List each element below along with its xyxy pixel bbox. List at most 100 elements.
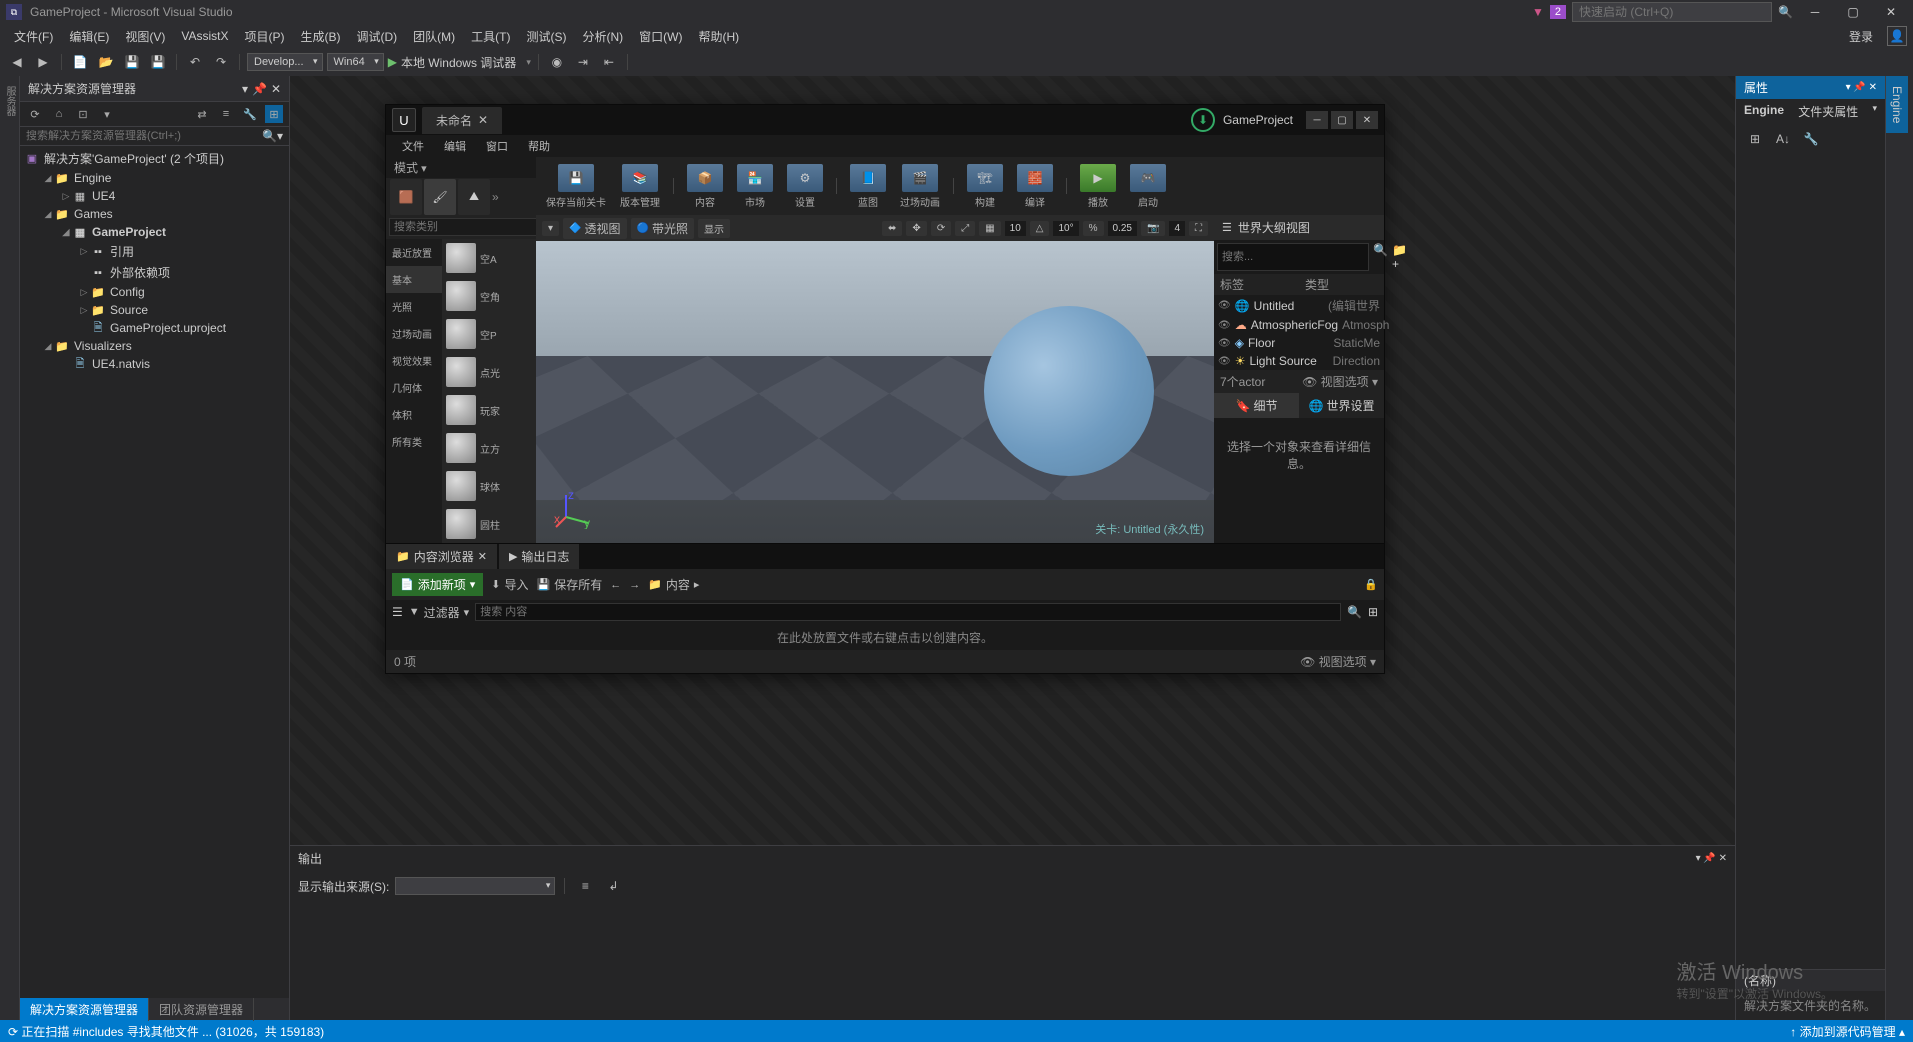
vp-persp-button[interactable]: 🔷 透视图: [563, 218, 626, 239]
unreal-editor-window[interactable]: U 未命名✕ ⬇ GameProject ─ ▢ ✕ 文件 编辑 窗口 帮助 模…: [385, 104, 1385, 674]
ue-tb-market[interactable]: 🏪市场: [733, 162, 777, 211]
search-go-icon[interactable]: 🔍▾: [262, 129, 283, 143]
tab-solution-explorer[interactable]: 解决方案资源管理器: [20, 998, 149, 1021]
menu-file[interactable]: 文件(F): [6, 24, 61, 49]
mode-place-icon[interactable]: 🟫: [390, 179, 422, 215]
source-control-icon[interactable]: ⬇: [1191, 108, 1215, 132]
output-source-combo[interactable]: [395, 877, 555, 895]
outliner-tree[interactable]: 👁🌐Untitled(编辑世界 👁☁AtmosphericFogAtmosph …: [1214, 295, 1384, 370]
world-outliner-tab[interactable]: ☰ 世界大纲视图: [1214, 215, 1384, 240]
search-icon[interactable]: 🔍: [1778, 5, 1793, 19]
redo-icon[interactable]: ↷: [210, 51, 232, 73]
filter-icon[interactable]: ▼: [1532, 5, 1544, 19]
undo-icon[interactable]: ↶: [184, 51, 206, 73]
wrench-icon[interactable]: 🔧: [1800, 128, 1822, 150]
menu-vassistx[interactable]: VAssistX: [173, 25, 236, 47]
vp-show-button[interactable]: 显示: [698, 219, 730, 238]
cat-all[interactable]: 所有类: [386, 428, 442, 455]
notification-flag[interactable]: 2: [1550, 5, 1566, 19]
cat-recent[interactable]: 最近放置: [386, 239, 442, 266]
col-type[interactable]: 类型: [1299, 274, 1384, 295]
menu-debug[interactable]: 调试(D): [348, 24, 405, 49]
search-icon[interactable]: 🔍: [1347, 605, 1362, 619]
ue-tb-save[interactable]: 💾保存当前关卡: [542, 162, 610, 211]
saveall-icon[interactable]: 💾: [147, 51, 169, 73]
ue-tb-compile[interactable]: 🧱编译: [1013, 162, 1057, 211]
ue-close-button[interactable]: ✕: [1356, 111, 1378, 129]
other2-icon[interactable]: ≡: [217, 105, 235, 123]
home-icon[interactable]: ⌂: [50, 105, 68, 123]
server-explorer-tab[interactable]: 服务器: [0, 80, 19, 122]
cb-view-options[interactable]: 👁 视图选项 ▾: [1300, 653, 1376, 670]
mode-paint-icon[interactable]: 🖌: [424, 179, 456, 215]
status-source-control[interactable]: ↑ 添加到源代码管理 ▴: [1790, 1023, 1905, 1040]
output-pin-icon[interactable]: ▾ 📌 ✕: [1696, 853, 1727, 864]
other1-icon[interactable]: ⇄: [193, 105, 211, 123]
panel-close-icon[interactable]: ✕: [271, 82, 281, 96]
maximize-button[interactable]: ▢: [1837, 2, 1869, 22]
ue-menu-help[interactable]: 帮助: [520, 135, 558, 157]
path-folder-icon[interactable]: 📁 内容 ▸: [648, 576, 699, 593]
ue-tb-play[interactable]: ▶播放: [1076, 162, 1120, 211]
sign-in-link[interactable]: 登录: [1841, 24, 1881, 49]
snap-scale-icon[interactable]: %: [1083, 221, 1104, 236]
cat-basic[interactable]: 基本: [386, 266, 442, 293]
tab-output-log[interactable]: ▶ 输出日志: [499, 544, 579, 569]
menu-window[interactable]: 窗口(W): [631, 24, 690, 49]
ue-tb-cinematics[interactable]: 🎬过场动画: [896, 162, 944, 211]
collapse-icon[interactable]: ▷: [60, 191, 72, 202]
menu-build[interactable]: 生成(B): [292, 24, 348, 49]
camera-speed-icon[interactable]: 📷: [1141, 221, 1165, 236]
add-folder-icon[interactable]: 📁+: [1392, 243, 1407, 271]
main-menu[interactable]: 文件(F) 编辑(E) 视图(V) VAssistX 项目(P) 生成(B) 调…: [0, 24, 1913, 48]
alpha-icon[interactable]: A↓: [1772, 128, 1794, 150]
new-icon[interactable]: 📄: [69, 51, 91, 73]
xform-rotate-icon[interactable]: ⟳: [931, 221, 951, 236]
ue-min-button[interactable]: ─: [1306, 111, 1328, 129]
cat-vol[interactable]: 体积: [386, 401, 442, 428]
solution-search-input[interactable]: [26, 130, 262, 142]
step2-icon[interactable]: ⇤: [598, 51, 620, 73]
platform-combo[interactable]: Win64: [327, 53, 384, 71]
menu-tools[interactable]: 工具(T): [463, 24, 518, 49]
outliner-search[interactable]: [1217, 243, 1369, 271]
close-icon[interactable]: ✕: [478, 113, 488, 127]
asset-list[interactable]: 空A 空角 空P 点光 玩家 立方 球体 圆柱: [442, 239, 536, 543]
xform-select-icon[interactable]: ⬌: [882, 221, 902, 236]
panel-dropdown-icon[interactable]: ▾: [242, 82, 248, 96]
panel-pin-icon[interactable]: 📌: [252, 82, 267, 96]
menu-test[interactable]: 测试(S): [518, 24, 574, 49]
menu-view[interactable]: 视图(V): [117, 24, 173, 49]
ue-tb-content[interactable]: 📦内容: [683, 162, 727, 211]
col-label[interactable]: 标签: [1214, 274, 1299, 295]
vp-maximize-icon[interactable]: ⛶: [1189, 221, 1208, 236]
snap-rotate[interactable]: 10°: [1053, 221, 1078, 236]
thumbnail-icon[interactable]: ⊞: [1368, 605, 1378, 619]
ue-menu-edit[interactable]: 编辑: [436, 135, 474, 157]
ue-level-tab[interactable]: 未命名✕: [422, 107, 502, 134]
user-avatar-icon[interactable]: 👤: [1887, 26, 1907, 46]
cat-vfx[interactable]: 视觉效果: [386, 347, 442, 374]
sphere-actor[interactable]: [984, 306, 1154, 476]
out-wrap-icon[interactable]: ↲: [602, 875, 624, 897]
snap-scale[interactable]: 0.25: [1108, 221, 1137, 236]
eye-icon[interactable]: 👁: [1218, 300, 1231, 311]
save-icon[interactable]: 💾: [121, 51, 143, 73]
showall-icon[interactable]: ⊞: [265, 105, 283, 123]
minimize-button[interactable]: ─: [1799, 2, 1831, 22]
vp-menu-icon[interactable]: ▾: [542, 221, 559, 236]
xform-move-icon[interactable]: ✥: [906, 221, 926, 236]
cat-cine[interactable]: 过场动画: [386, 320, 442, 347]
viewport-canvas[interactable]: z y x 关卡: Untitled (永久性): [536, 241, 1214, 543]
snap-translate[interactable]: 10: [1005, 221, 1026, 236]
menu-help[interactable]: 帮助(H): [690, 24, 747, 49]
categorize-icon[interactable]: ⊞: [1744, 128, 1766, 150]
nav-back-icon[interactable]: ←: [610, 579, 621, 591]
tab-world-settings[interactable]: 🌐世界设置: [1299, 393, 1384, 418]
nav-fwd-icon[interactable]: →: [629, 579, 640, 591]
ue-tb-launch[interactable]: 🎮启动: [1126, 162, 1170, 211]
ue-asset-search[interactable]: [389, 218, 541, 236]
import-button[interactable]: ⬇ 导入: [491, 576, 528, 593]
menu-project[interactable]: 项目(P): [236, 24, 292, 49]
menu-team[interactable]: 团队(M): [405, 24, 463, 49]
